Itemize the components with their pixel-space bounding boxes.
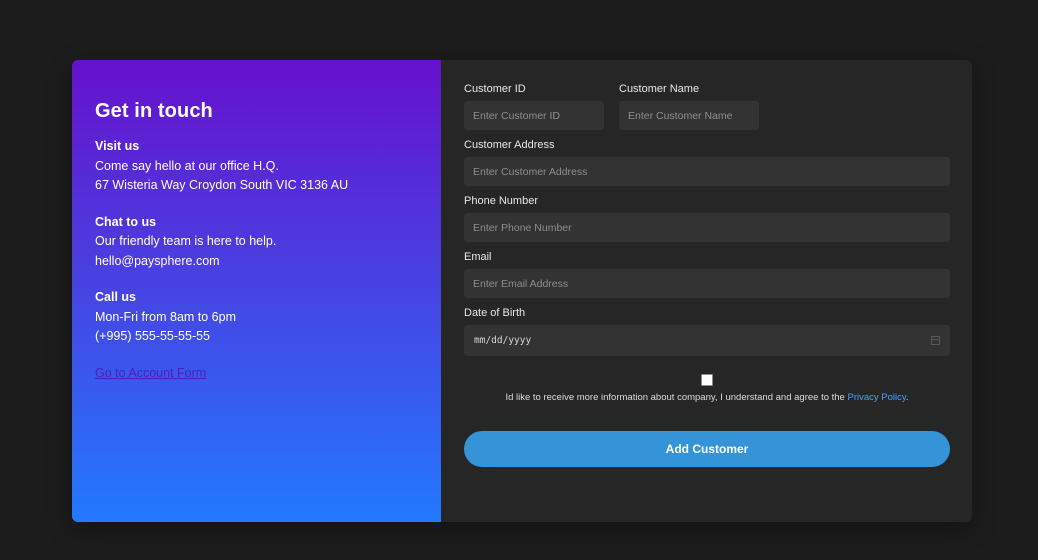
customer-name-group: Customer Name [619,83,759,130]
contact-title: Get in touch [95,100,213,122]
consent-message: Id like to receive more information abou… [505,392,848,403]
chat-line: Our friendly team is here to help. [95,234,277,248]
customer-form: Customer ID Customer Name Customer Addre… [441,60,972,522]
consent-text: Id like to receive more information abou… [464,392,950,404]
customer-id-label: Customer ID [464,83,526,95]
visit-section: Visit us Come say hello at our office H.… [95,137,419,196]
call-hours: Mon-Fri from 8am to 6pm [95,309,237,324]
add-customer-button[interactable]: Add Customer [464,431,950,467]
office-address: 67 Wisteria Way Croydon South VIC 3136 A… [95,178,349,192]
contact-panel: Get in touch Visit us Come say hello at … [72,60,441,522]
consent-checkbox-wrap [464,373,950,387]
id-name-row: Customer ID Customer Name [464,83,950,130]
customer-address-input[interactable] [464,157,950,186]
customer-name-input[interactable] [619,101,759,130]
customer-address-label: Customer Address [464,139,555,151]
call-heading: Call us [95,290,136,304]
support-email: hello@paysphere.com [95,253,220,268]
consent-suffix: . [905,392,909,403]
phone-input[interactable] [464,213,950,242]
visit-heading: Visit us [95,139,140,153]
customer-id-group: Customer ID [464,83,604,130]
email-input[interactable] [464,269,950,298]
chat-section: Chat to us Our friendly team is here to … [95,213,419,272]
phone-group: Phone Number [464,195,950,242]
calendar-icon[interactable] [931,336,940,345]
consent-checkbox[interactable] [701,374,713,386]
email-group: Email [464,251,950,298]
customer-address-group: Customer Address [464,139,950,186]
visit-line: Come say hello at our office H.Q. [95,158,279,173]
privacy-policy-link[interactable]: Privacy Policy [847,392,905,403]
email-label: Email [464,251,492,263]
phone-label: Phone Number [464,195,538,207]
customer-id-input[interactable] [464,101,604,130]
dob-group: Date of Birth mm/dd/yyyy [464,307,950,356]
dob-input[interactable]: mm/dd/yyyy [464,325,950,356]
chat-heading: Chat to us [95,214,157,229]
phone-number-text: (+995) 555-55-55-55 [95,329,211,343]
call-section: Call us Mon-Fri from 8am to 6pm (+995) 5… [95,288,419,347]
dob-label: Date of Birth [464,307,526,319]
customer-card: Get in touch Visit us Come say hello at … [72,60,972,522]
customer-name-label: Customer Name [619,83,700,95]
dob-value: mm/dd/yyyy [474,335,532,346]
account-form-link[interactable]: Go to Account Form [95,366,206,380]
